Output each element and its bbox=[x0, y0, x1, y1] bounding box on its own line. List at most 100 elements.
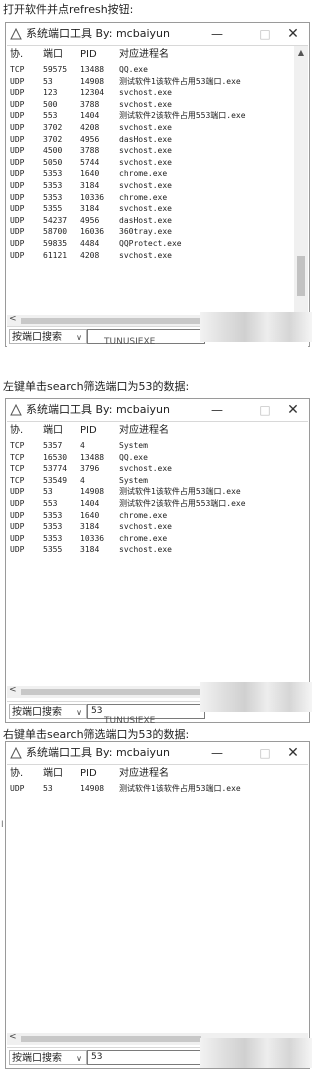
table-row[interactable]: UDP 4500 3788 svchost.exe bbox=[7, 145, 284, 157]
cell-port: 5355 bbox=[43, 204, 63, 214]
cell-process: 360tray.exe bbox=[119, 227, 172, 237]
table-row[interactable]: UDP 53 14908 测试软件1该软件占用53端口.exe bbox=[7, 76, 284, 88]
cell-pid: 10336 bbox=[80, 192, 105, 202]
cell-port: 5353 bbox=[43, 192, 63, 202]
cell-protocol: UDP bbox=[10, 192, 25, 202]
maximize-button[interactable]: □ bbox=[250, 25, 280, 43]
cell-pid: 12304 bbox=[80, 88, 105, 98]
cell-process: QQ.exe bbox=[119, 65, 148, 74]
search-type-select[interactable]: 按端口搜索 ∨ bbox=[9, 329, 87, 344]
app-window: 系统端口工具 By: mcbaiyun — □ ✕ 协. 端口 PID 对应进程… bbox=[5, 22, 310, 347]
hscroll-thumb[interactable] bbox=[21, 689, 201, 695]
col-process-header[interactable]: 对应进程名 bbox=[116, 46, 284, 64]
col-port-header[interactable]: 端口 bbox=[40, 765, 77, 783]
table-row[interactable]: UDP 5355 3184 svchost.exe bbox=[7, 544, 284, 556]
hscroll-thumb[interactable] bbox=[21, 318, 201, 324]
cell-port: 53549 bbox=[43, 475, 68, 485]
scroll-up-icon[interactable]: ▲ bbox=[294, 48, 308, 57]
port-list[interactable]: 协. 端口 PID 对应进程名 TCP 5357 4 System TCP 16530 13… bbox=[7, 421, 308, 686]
minimize-button[interactable]: — bbox=[202, 401, 232, 419]
table-row[interactable]: UDP 54237 4956 dasHost.exe bbox=[7, 215, 284, 227]
table-row[interactable]: TCP 5357 4 System bbox=[7, 440, 284, 452]
redacted-area bbox=[200, 682, 312, 712]
table-row[interactable]: TCP 16530 13488 QQ.exe bbox=[7, 452, 284, 464]
table-row[interactable]: UDP 123 12304 svchost.exe bbox=[7, 87, 284, 99]
cell-pid: 1404 bbox=[80, 111, 100, 121]
maximize-button[interactable]: □ bbox=[250, 744, 280, 762]
table-row[interactable]: UDP 5353 1640 chrome.exe bbox=[7, 168, 284, 180]
table-row[interactable]: UDP 5353 1640 chrome.exe bbox=[7, 510, 284, 522]
table-row[interactable]: UDP 500 3788 svchost.exe bbox=[7, 99, 284, 111]
close-button[interactable]: ✕ bbox=[278, 744, 308, 762]
col-protocol-header[interactable]: 协. bbox=[7, 46, 40, 64]
cell-pid: 3788 bbox=[80, 99, 100, 109]
table-body: TCP 59575 13488 QQ.exe UDP 53 14908 测试软件1该软件占用5… bbox=[7, 64, 284, 261]
cell-protocol: UDP bbox=[10, 250, 25, 260]
table-row[interactable]: UDP 5050 5744 svchost.exe bbox=[7, 157, 284, 169]
maximize-button[interactable]: □ bbox=[250, 401, 280, 419]
port-list[interactable]: 协. 端口 PID 对应进程名 UDP 53 14908 测试软件1该软件占用53端口… bbox=[7, 764, 308, 1033]
cell-port: 4500 bbox=[43, 146, 63, 156]
cell-protocol: UDP bbox=[10, 157, 25, 167]
col-protocol-header[interactable]: 协. bbox=[7, 422, 40, 440]
scroll-left-icon[interactable]: < bbox=[9, 1032, 17, 1042]
hscroll-thumb[interactable] bbox=[21, 1036, 201, 1042]
table-row[interactable]: UDP 553 1404 测试软件2该软件占用553端口.exe bbox=[7, 110, 284, 122]
scroll-left-icon[interactable]: < bbox=[9, 314, 17, 324]
scroll-thumb[interactable] bbox=[297, 256, 305, 296]
port-list[interactable]: 协. 端口 PID 对应进程名 TCP 59575 13488 QQ.exe UDP 53… bbox=[7, 45, 308, 315]
table-row[interactable]: UDP 53 14908 测试软件1该软件占用53端口.exe bbox=[7, 486, 284, 498]
search-type-select[interactable]: 按端口搜索 ∨ bbox=[9, 1050, 87, 1065]
col-port-header[interactable]: 端口 bbox=[40, 46, 77, 64]
cell-port: 59835 bbox=[43, 238, 68, 248]
cell-protocol: UDP bbox=[10, 533, 25, 543]
cell-process: svchost.exe bbox=[119, 122, 172, 132]
cell-pid: 14908 bbox=[80, 784, 105, 793]
cell-pid: 14908 bbox=[80, 487, 105, 497]
col-protocol-header[interactable]: 协. bbox=[7, 765, 40, 783]
table-row[interactable]: UDP 58700 16036 360tray.exe bbox=[7, 226, 284, 238]
table-row[interactable]: UDP 53 14908 测试软件1该软件占用53端口.exe bbox=[7, 783, 284, 795]
table-row[interactable]: TCP 59575 13488 QQ.exe bbox=[7, 64, 284, 76]
table-row[interactable]: UDP 3702 4956 dasHost.exe bbox=[7, 134, 284, 146]
scroll-left-icon[interactable]: < bbox=[9, 685, 17, 695]
table-row[interactable]: UDP 5353 3184 svchost.exe bbox=[7, 521, 284, 533]
table-row[interactable]: UDP 5353 3184 svchost.exe bbox=[7, 180, 284, 192]
col-process-header[interactable]: 对应进程名 bbox=[116, 422, 284, 440]
table-row[interactable]: TCP 53549 4 System bbox=[7, 475, 284, 487]
table-row[interactable]: UDP 61121 4208 svchost.exe bbox=[7, 250, 284, 262]
cell-pid: 3796 bbox=[80, 464, 100, 474]
search-type-select[interactable]: 按端口搜索 ∨ bbox=[9, 704, 87, 719]
chevron-down-icon: ∨ bbox=[76, 1054, 82, 1063]
cell-pid: 16036 bbox=[80, 227, 105, 237]
cell-port: 5353 bbox=[43, 533, 63, 543]
cell-process: svchost.exe bbox=[119, 88, 172, 98]
cell-protocol: UDP bbox=[10, 498, 25, 508]
col-pid-header[interactable]: PID bbox=[77, 46, 116, 64]
vertical-scrollbar[interactable]: ▲ bbox=[294, 46, 308, 315]
search-input[interactable]: 53 bbox=[87, 1050, 205, 1065]
cell-pid: 1404 bbox=[80, 498, 100, 508]
close-button[interactable]: ✕ bbox=[278, 401, 308, 419]
table-row[interactable]: UDP 5353 10336 chrome.exe bbox=[7, 533, 284, 545]
cell-protocol: UDP bbox=[10, 99, 25, 109]
table-row[interactable]: UDP 3702 4208 svchost.exe bbox=[7, 122, 284, 134]
col-port-header[interactable]: 端口 bbox=[40, 422, 77, 440]
cell-protocol: UDP bbox=[10, 146, 25, 156]
table-row[interactable]: UDP 5355 3184 svchost.exe bbox=[7, 203, 284, 215]
table-row[interactable]: UDP 5353 10336 chrome.exe bbox=[7, 192, 284, 204]
cell-port: 5357 bbox=[43, 441, 63, 450]
col-pid-header[interactable]: PID bbox=[77, 765, 116, 783]
cell-port: 59575 bbox=[43, 65, 68, 74]
col-pid-header[interactable]: PID bbox=[77, 422, 116, 440]
close-button[interactable]: ✕ bbox=[278, 25, 308, 43]
minimize-button[interactable]: — bbox=[202, 25, 232, 43]
col-process-header[interactable]: 对应进程名 bbox=[116, 765, 284, 783]
table-row[interactable]: UDP 59835 4484 QQProtect.exe bbox=[7, 238, 284, 250]
redacted-area bbox=[200, 312, 312, 342]
title-bar: 系统端口工具 By: mcbaiyun — □ ✕ bbox=[6, 399, 309, 421]
cell-process: chrome.exe bbox=[119, 533, 168, 543]
table-row[interactable]: UDP 553 1404 测试软件2该软件占用553端口.exe bbox=[7, 498, 284, 510]
table-row[interactable]: TCP 53774 3796 svchost.exe bbox=[7, 463, 284, 475]
minimize-button[interactable]: — bbox=[202, 744, 232, 762]
